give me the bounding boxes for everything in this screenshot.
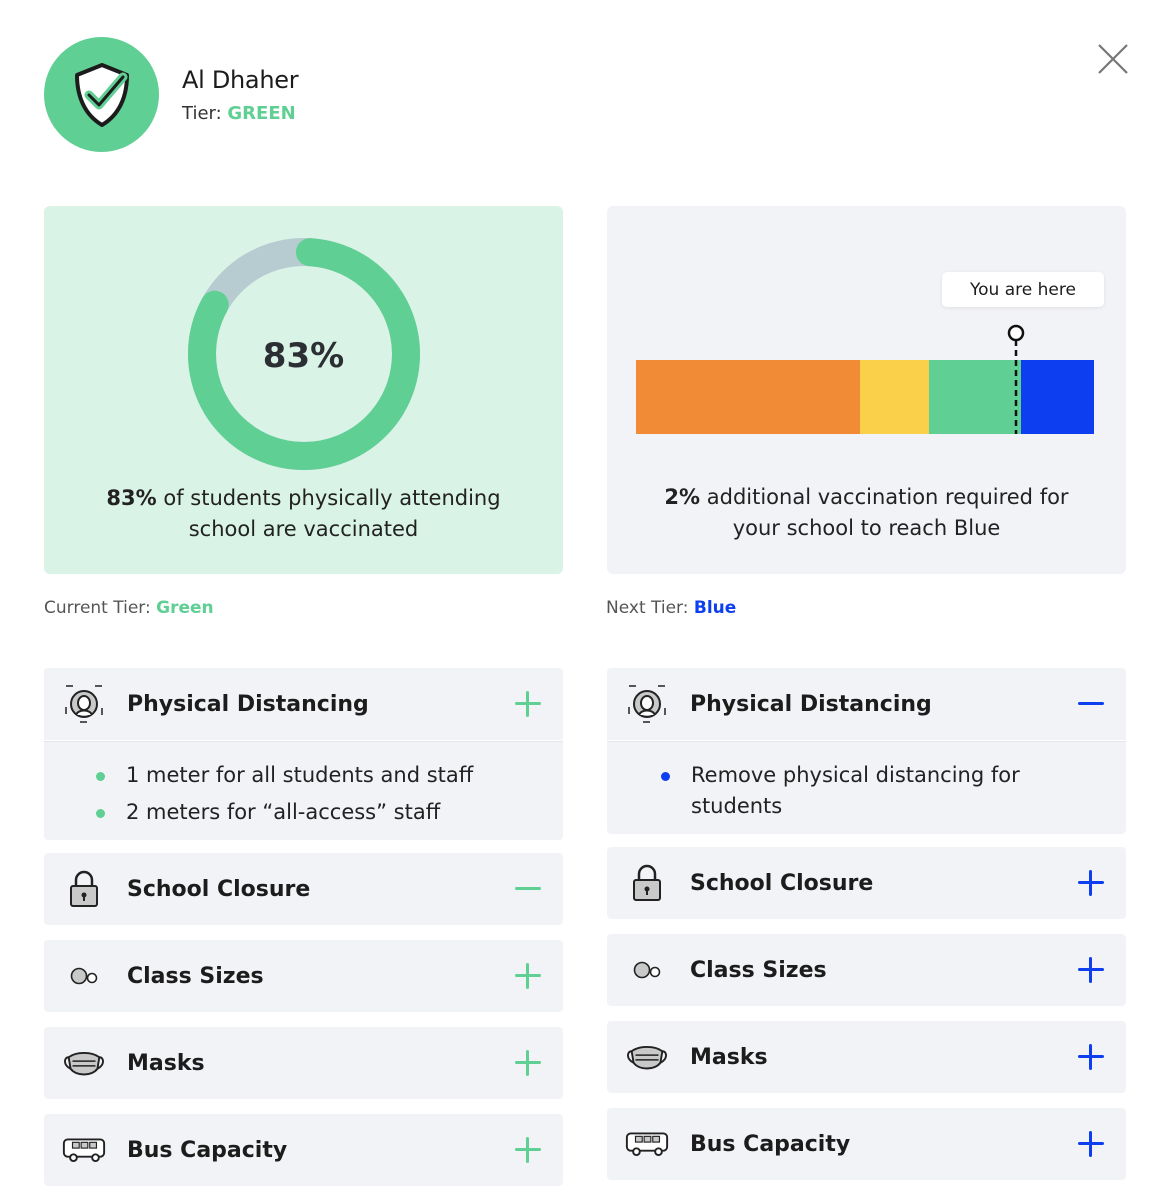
expand-plus-icon[interactable]	[1076, 1129, 1106, 1159]
class-size-icon	[624, 947, 670, 993]
next-tier-caption: 2% additional vaccination required for y…	[607, 482, 1126, 544]
accordion-bus-capacity[interactable]: Bus Capacity	[44, 1114, 563, 1186]
tier-line: Tier: GREEN	[182, 103, 296, 124]
accordion-title: Class Sizes	[127, 963, 264, 989]
accordion-class-sizes[interactable]: Class Sizes	[44, 940, 563, 1012]
accordion-content: Remove physical distancing for students	[607, 741, 1126, 834]
caption-text: of students physically attending school …	[156, 486, 501, 541]
expand-plus-icon[interactable]	[1076, 868, 1106, 898]
accordion-masks[interactable]: Masks	[44, 1027, 563, 1099]
tier-segment-yellow	[860, 360, 930, 434]
expand-plus-icon[interactable]	[513, 689, 543, 719]
tier-prefix: Tier:	[182, 103, 228, 124]
accordion-title: Masks	[127, 1050, 205, 1076]
caption-text: additional vaccination required for your…	[700, 485, 1069, 540]
list-item: 2 meters for “all-access” staff	[96, 797, 563, 828]
current-tier-label: Current Tier: Green	[44, 598, 214, 618]
expand-plus-icon[interactable]	[513, 961, 543, 991]
expand-plus-icon[interactable]	[1076, 955, 1106, 985]
you-are-here-marker	[1007, 324, 1025, 434]
distancing-icon	[624, 681, 670, 727]
accordion-masks[interactable]: Masks	[607, 1021, 1126, 1093]
mask-icon	[61, 1040, 107, 1086]
accordion-title: Bus Capacity	[690, 1131, 851, 1157]
vaccination-card: 83% 83% of students physically attending…	[44, 206, 563, 574]
accordion-physical-distancing[interactable]: Physical Distancing	[44, 668, 563, 740]
accordion-title: Class Sizes	[690, 957, 827, 983]
expand-plus-icon[interactable]	[1076, 1042, 1106, 1072]
next-tier-card: You are here 2% additional vaccination r…	[607, 206, 1126, 574]
accordion-title: Bus Capacity	[127, 1137, 288, 1163]
tier-segment-blue	[1020, 360, 1094, 434]
expand-plus-icon[interactable]	[513, 1135, 543, 1165]
collapse-minus-icon[interactable]	[1076, 689, 1106, 719]
accordion-title: Masks	[690, 1044, 768, 1070]
collapse-minus-icon[interactable]	[513, 874, 543, 904]
next-tier-label: Next Tier: Blue	[606, 598, 736, 618]
tier-value: GREEN	[227, 103, 296, 124]
you-are-here-label: You are here	[942, 272, 1104, 307]
accordion-bus-capacity[interactable]: Bus Capacity	[607, 1108, 1126, 1180]
next-tier-value: Blue	[693, 598, 737, 618]
next-tier-prefix: Next Tier:	[606, 598, 694, 618]
distancing-icon	[61, 681, 107, 727]
accordion-title: Physical Distancing	[127, 691, 369, 717]
current-tier-value: Green	[156, 598, 214, 618]
accordion-content: 1 meter for all students and staff 2 met…	[44, 741, 563, 840]
lock-icon	[624, 860, 670, 906]
lock-icon	[61, 866, 107, 912]
accordion-physical-distancing[interactable]: Physical Distancing	[607, 668, 1126, 740]
class-size-icon	[61, 953, 107, 999]
close-icon[interactable]	[1096, 42, 1130, 76]
accordion-title: School Closure	[127, 876, 311, 902]
vaccination-percent: 83%	[262, 336, 345, 376]
school-name: Al Dhaher	[182, 66, 299, 94]
accordion-title: School Closure	[690, 870, 874, 896]
shield-check-icon	[74, 62, 129, 127]
accordion-school-closure[interactable]: School Closure	[607, 847, 1126, 919]
accordion-school-closure[interactable]: School Closure	[44, 853, 563, 925]
accordion-title: Physical Distancing	[690, 691, 932, 717]
accordion-class-sizes[interactable]: Class Sizes	[607, 934, 1126, 1006]
caption-bold: 2%	[664, 485, 701, 509]
vaccination-caption: 83% of students physically attending sch…	[44, 483, 563, 545]
mask-icon	[624, 1034, 670, 1080]
expand-plus-icon[interactable]	[513, 1048, 543, 1078]
caption-bold: 83%	[106, 486, 157, 510]
avatar	[44, 37, 159, 152]
tier-segment-orange	[636, 360, 861, 434]
bus-icon	[624, 1121, 670, 1167]
list-item: Remove physical distancing for students	[661, 760, 1086, 822]
bus-icon	[61, 1127, 107, 1173]
list-item: 1 meter for all students and staff	[96, 760, 563, 791]
current-tier-prefix: Current Tier:	[44, 598, 157, 618]
